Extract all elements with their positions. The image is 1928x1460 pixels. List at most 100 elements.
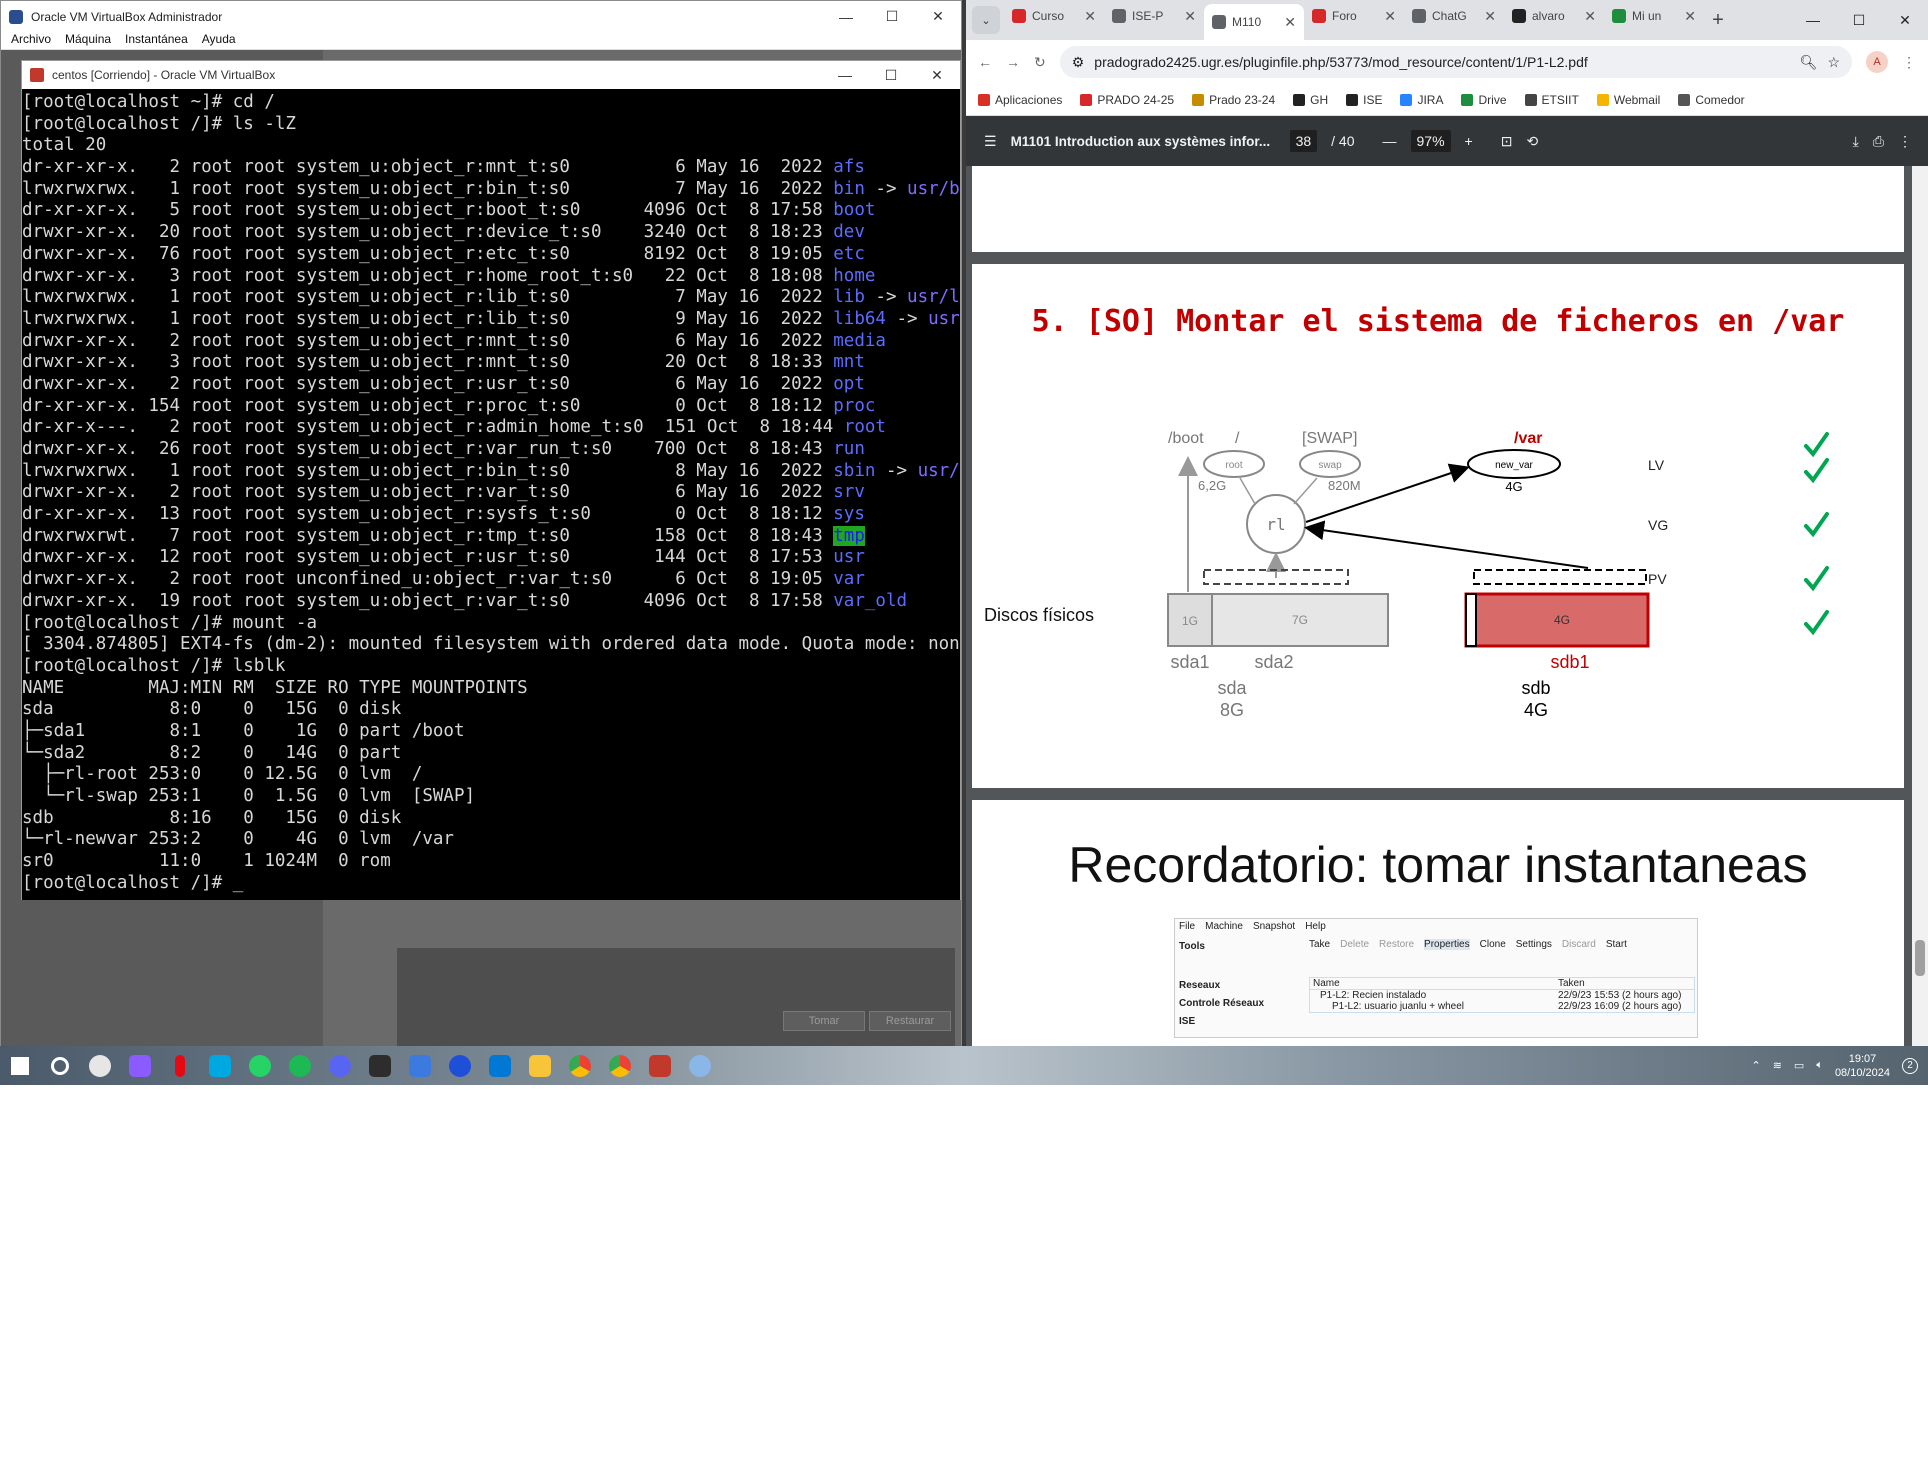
browser-tab[interactable]: ISE-P ✕ bbox=[1104, 0, 1204, 32]
browser-tab[interactable]: Curso ✕ bbox=[1004, 0, 1104, 32]
print-icon[interactable]: ⎙ bbox=[1873, 133, 1884, 150]
tab-search-button[interactable]: ⌄ bbox=[972, 6, 1000, 34]
prime-video-icon[interactable] bbox=[200, 1046, 240, 1085]
fit-page-icon[interactable]: ⊡ bbox=[1501, 133, 1513, 150]
virtualbox-taskbar-icon[interactable] bbox=[640, 1046, 680, 1085]
zoom-in-icon[interactable]: + bbox=[1465, 133, 1473, 149]
settings-app-icon[interactable] bbox=[80, 1046, 120, 1085]
label-7g: 7G bbox=[1292, 613, 1308, 627]
netflix-icon[interactable] bbox=[160, 1046, 200, 1085]
vm-titlebar[interactable]: centos [Corriendo] - Oracle VM VirtualBo… bbox=[22, 61, 960, 89]
start-button[interactable] bbox=[0, 1046, 40, 1085]
pdf-viewer[interactable]: 5. [SO] Montar el sistema de ficheros en… bbox=[966, 166, 1928, 1046]
menu-archivo[interactable]: Archivo bbox=[11, 32, 51, 49]
tab-close-icon[interactable]: ✕ bbox=[1684, 8, 1696, 25]
bookmark-item[interactable]: Drive bbox=[1461, 93, 1507, 107]
arc-app-icon[interactable] bbox=[440, 1046, 480, 1085]
clock[interactable]: 19:07 08/10/2024 bbox=[1835, 1052, 1890, 1080]
vm-maximize-button[interactable]: ☐ bbox=[868, 61, 914, 89]
browser-tab[interactable]: ChatG ✕ bbox=[1404, 0, 1504, 32]
download-icon[interactable]: ⤓ bbox=[1853, 133, 1859, 150]
tab-close-icon[interactable]: ✕ bbox=[1484, 8, 1496, 25]
pdf-scrollbar[interactable] bbox=[1912, 166, 1928, 1046]
zoom-lens-icon[interactable]: 🔍︎ bbox=[1800, 54, 1818, 71]
tab-close-icon[interactable]: ✕ bbox=[1584, 8, 1596, 25]
browser-tab[interactable]: Foro ✕ bbox=[1304, 0, 1404, 32]
site-info-icon[interactable]: ⚙ bbox=[1072, 54, 1085, 71]
bookmark-item[interactable]: Webmail bbox=[1596, 93, 1660, 107]
notification-badge[interactable]: 2 bbox=[1902, 1057, 1918, 1074]
terminal-line: drwxr-xr-x. 19 root root system_u:object… bbox=[22, 591, 960, 613]
snap-take: Take bbox=[1309, 939, 1331, 950]
maximize-button[interactable]: ☐ bbox=[869, 1, 915, 32]
terminal-text: usr/bin bbox=[907, 178, 960, 199]
manager-titlebar[interactable]: Oracle VM VirtualBox Administrador — ☐ ✕ bbox=[1, 1, 961, 32]
gaming-app-icon[interactable] bbox=[120, 1046, 160, 1085]
volume-icon[interactable]: 🔈︎ bbox=[1816, 1059, 1823, 1072]
wifi-icon[interactable]: ≋ bbox=[1773, 1059, 1782, 1072]
bookmark-item[interactable]: Prado 23-24 bbox=[1192, 93, 1275, 107]
rotate-icon[interactable]: ⟲ bbox=[1526, 133, 1538, 150]
bookmark-item[interactable]: Aplicaciones bbox=[978, 93, 1062, 107]
vm-close-button[interactable]: ✕ bbox=[914, 61, 960, 89]
file-explorer-icon[interactable] bbox=[520, 1046, 560, 1085]
bookmark-item[interactable]: PRADO 24-25 bbox=[1080, 93, 1174, 107]
tab-close-icon[interactable]: ✕ bbox=[1384, 8, 1396, 25]
menu-maquina[interactable]: Máquina bbox=[65, 32, 111, 49]
bookmark-item[interactable]: ISE bbox=[1346, 93, 1382, 107]
forward-icon[interactable]: → bbox=[1006, 54, 1020, 70]
browser-tab[interactable]: M110 ✕ bbox=[1204, 4, 1304, 40]
vscode-icon[interactable] bbox=[480, 1046, 520, 1085]
cloud-app-icon[interactable] bbox=[400, 1046, 440, 1085]
terminal-console[interactable]: [root@localhost ~]# cd / [root@localhost … bbox=[22, 90, 960, 900]
terminal-text: mnt bbox=[833, 352, 865, 373]
bookmark-icon bbox=[1596, 93, 1609, 106]
menu-kebab-icon[interactable]: ⋮ bbox=[1902, 54, 1916, 71]
browser-tab[interactable]: Mi un ✕ bbox=[1604, 0, 1704, 32]
paint-app-icon[interactable] bbox=[680, 1046, 720, 1085]
chrome-profile-icon[interactable] bbox=[600, 1046, 640, 1085]
spotify-icon[interactable] bbox=[280, 1046, 320, 1085]
pdf-menu-icon[interactable]: ☰ bbox=[984, 133, 997, 150]
address-bar[interactable]: ⚙ pradogrado2425.ugr.es/pluginfile.php/5… bbox=[1059, 46, 1852, 78]
bookmark-item[interactable]: Comedor bbox=[1678, 93, 1745, 107]
browser-tab[interactable]: alvaro ✕ bbox=[1504, 0, 1604, 32]
terminal-text: usr/lib64 bbox=[928, 308, 960, 329]
vm-minimize-button[interactable]: — bbox=[822, 61, 868, 89]
minimize-button[interactable]: — bbox=[823, 1, 869, 32]
browser-close-button[interactable]: ✕ bbox=[1882, 0, 1928, 40]
bookmark-star-icon[interactable]: ☆ bbox=[1827, 54, 1840, 71]
back-icon[interactable]: ← bbox=[978, 54, 992, 70]
zoom-input[interactable]: 97% bbox=[1410, 130, 1451, 152]
chrome-icon[interactable] bbox=[560, 1046, 600, 1085]
menu-instantanea[interactable]: Instantánea bbox=[125, 32, 188, 49]
browser-maximize-button[interactable]: ☐ bbox=[1836, 0, 1882, 40]
pdf-scrollbar-thumb[interactable] bbox=[1915, 940, 1925, 976]
snap-restore: Restore bbox=[1379, 939, 1415, 950]
pdf-more-icon[interactable]: ⋮ bbox=[1898, 133, 1912, 150]
tab-close-icon[interactable]: ✕ bbox=[1084, 8, 1096, 25]
bookmark-item[interactable]: ETSIIT bbox=[1524, 93, 1579, 107]
bookmark-item[interactable]: JIRA bbox=[1400, 93, 1443, 107]
page-input[interactable]: 38 bbox=[1289, 130, 1318, 152]
zoom-out-icon[interactable]: — bbox=[1383, 133, 1397, 149]
search-icon[interactable] bbox=[40, 1046, 80, 1085]
snap-table: Name Taken P1-L2: Recien instalado 22/9/… bbox=[1309, 977, 1695, 1013]
tray-chevron-icon[interactable]: ⌃ bbox=[1751, 1059, 1760, 1072]
discord-icon[interactable] bbox=[320, 1046, 360, 1085]
tab-close-icon[interactable]: ✕ bbox=[1284, 14, 1296, 31]
profile-avatar[interactable]: A bbox=[1866, 51, 1888, 73]
whatsapp-icon[interactable] bbox=[240, 1046, 280, 1085]
cube-app-icon[interactable] bbox=[360, 1046, 400, 1085]
menu-ayuda[interactable]: Ayuda bbox=[202, 32, 236, 49]
bookmark-item[interactable]: GH bbox=[1293, 93, 1328, 107]
new-tab-button[interactable]: + bbox=[1704, 9, 1732, 32]
browser-minimize-button[interactable]: — bbox=[1790, 0, 1836, 40]
tab-close-icon[interactable]: ✕ bbox=[1184, 8, 1196, 25]
reload-icon[interactable]: ↻ bbox=[1034, 54, 1046, 71]
close-button[interactable]: ✕ bbox=[915, 1, 961, 32]
take-snapshot-button[interactable]: Tomar bbox=[783, 1011, 865, 1031]
snap-menu-file: File bbox=[1179, 921, 1196, 932]
restore-snapshot-button[interactable]: Restaurar bbox=[869, 1011, 951, 1031]
battery-icon[interactable]: ▭ bbox=[1794, 1059, 1804, 1072]
